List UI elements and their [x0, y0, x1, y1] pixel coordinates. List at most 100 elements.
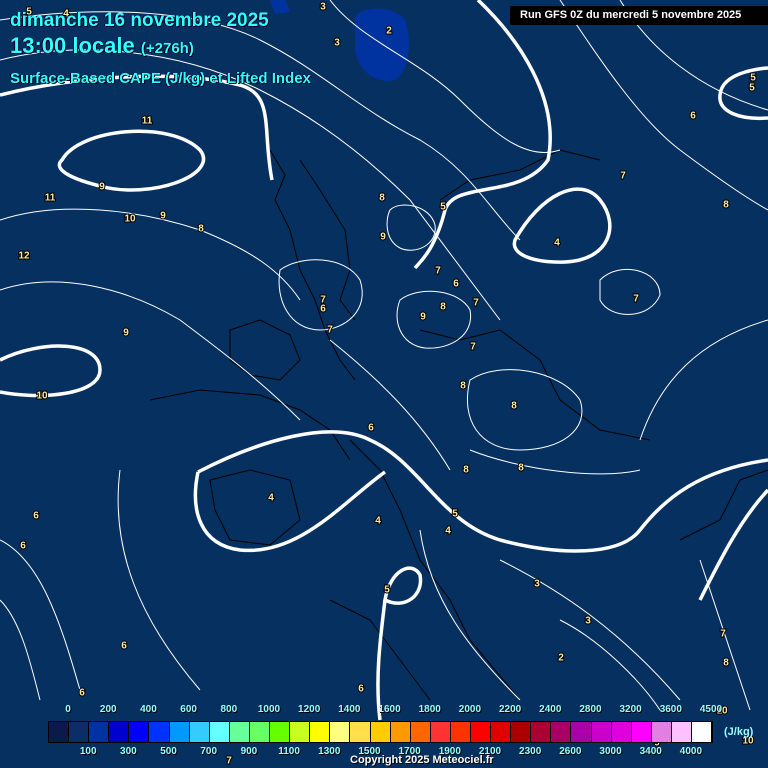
weather-map-view: 5 4 3 3 2 11 9 11 10 9 8 12 9 10 8 9 7 6 7 5 7 6 7 9 8 7 8 8 6 8 8 4 4 5 4… — [0, 0, 768, 768]
legend-label: 700 — [200, 746, 218, 757]
lifted-index-label: 8 — [511, 401, 517, 412]
lifted-index-label: 9 — [160, 211, 166, 222]
lifted-index-label: 5 — [440, 202, 446, 213]
lead-time: (+276h) — [140, 40, 194, 57]
legend-label: 1600 — [378, 704, 401, 715]
legend-swatch — [49, 722, 70, 742]
lifted-index-label: 7 — [327, 325, 333, 336]
forecast-date: dimanche 16 novembre 2025 — [10, 10, 269, 31]
lifted-index-label: 2 — [386, 26, 392, 37]
lifted-index-label: 6 — [33, 511, 39, 522]
legend-swatch — [310, 722, 331, 742]
lifted-index-label: 7 — [620, 171, 626, 182]
lifted-index-label: 6 — [79, 688, 85, 699]
lifted-index-label: 8 — [460, 381, 466, 392]
legend-label: 3600 — [659, 704, 682, 715]
lifted-index-label: 8 — [723, 200, 729, 211]
lifted-index-label: 12 — [18, 251, 30, 262]
lifted-index-label: 3 — [585, 616, 591, 627]
legend-label: 1400 — [338, 704, 361, 715]
legend-swatch — [651, 722, 672, 742]
thick-contours — [0, 0, 768, 721]
legend-label: 600 — [180, 704, 197, 715]
color-scale-bar — [48, 721, 713, 743]
legend-label: 400 — [140, 704, 157, 715]
legend-swatch — [149, 722, 170, 742]
legend-swatch — [491, 722, 512, 742]
lifted-index-label: 4 — [268, 493, 274, 504]
lifted-index-label: 4 — [554, 238, 560, 249]
lifted-index-label: 3 — [320, 2, 326, 13]
lifted-index-label: 9 — [123, 328, 129, 339]
legend-swatch — [611, 722, 632, 742]
cape-lifted-index-map: 5 43321191110 98129108976757679878868 84454… — [0, 0, 768, 768]
lifted-index-label: 8 — [440, 302, 446, 313]
lifted-index-label: 5 — [384, 585, 390, 596]
legend-unit: (J/kg) — [724, 726, 754, 738]
legend-label: 1800 — [418, 704, 441, 715]
legend-swatch — [410, 722, 431, 742]
legend-label: 2300 — [519, 746, 542, 757]
lifted-index-label: 11 — [45, 193, 56, 204]
legend-label: 2600 — [559, 746, 582, 757]
legend-swatch — [209, 722, 230, 742]
lifted-index-label: 9 — [420, 312, 426, 323]
legend-swatch — [551, 722, 572, 742]
legend-swatch — [89, 722, 110, 742]
parameter-title: Surface-Based CAPE (J/kg) et Lifted Inde… — [10, 70, 311, 87]
legend-label: 800 — [220, 704, 238, 715]
legend-swatch — [390, 722, 411, 742]
lifted-index-label: 6 — [121, 641, 127, 652]
legend-swatch — [350, 722, 371, 742]
legend-label: 2000 — [458, 704, 482, 715]
lifted-index-label: 3 — [534, 579, 540, 590]
lifted-index-label: 5 — [749, 83, 755, 94]
legend-label: 3200 — [619, 704, 642, 715]
lifted-index-label: 7 — [435, 266, 441, 277]
legend-swatch — [531, 722, 552, 742]
lifted-index-label: 6 — [358, 684, 364, 695]
legend-swatch — [692, 722, 713, 742]
legend-swatch — [69, 722, 90, 742]
legend-label: 3000 — [599, 746, 622, 757]
legend-swatch — [571, 722, 592, 742]
legend-swatch — [370, 722, 391, 742]
legend-swatch — [671, 722, 692, 742]
legend-swatch — [591, 722, 612, 742]
legend-label: 900 — [240, 746, 258, 757]
legend-label: 1100 — [278, 746, 300, 757]
legend-label: 2800 — [579, 704, 602, 715]
legend-label: 100 — [79, 746, 97, 757]
legend-swatch — [129, 722, 150, 742]
legend-swatch — [189, 722, 210, 742]
lifted-index-label: 8 — [379, 193, 385, 204]
lifted-index-label: 2 — [558, 653, 564, 664]
lifted-index-labels: 5 43321191110 98129108976757679878868 84454… — [17, 1, 757, 768]
legend-label: 0 — [65, 704, 71, 715]
legend-swatch — [631, 722, 652, 742]
legend-swatch — [430, 722, 451, 742]
legend-swatch — [249, 722, 271, 742]
lifted-index-label: 8 — [518, 463, 524, 474]
lifted-index-label: 6 — [320, 304, 326, 315]
legend-label: 1300 — [318, 746, 341, 757]
lifted-index-label: 10 — [124, 214, 136, 225]
lifted-index-label: 6 — [20, 541, 26, 552]
lifted-index-label: 7 — [226, 756, 232, 767]
legend-swatch — [511, 722, 532, 742]
legend-swatch — [470, 722, 492, 742]
legend-swatch — [330, 722, 351, 742]
legend-label: 300 — [120, 746, 137, 757]
lifted-index-label: 7 — [473, 298, 479, 309]
legend-label: 2400 — [539, 704, 562, 715]
run-info: Run GFS 0Z du mercredi 5 novembre 2025 — [510, 6, 768, 25]
local-time: 13:00 locale — [10, 33, 135, 58]
lifted-index-label: 4 — [445, 526, 451, 537]
legend-swatch — [290, 722, 311, 742]
lifted-index-label: 6 — [368, 423, 374, 434]
lifted-index-label: 6 — [453, 279, 459, 290]
legend-label: 500 — [160, 746, 177, 757]
lifted-index-label: 7 — [633, 294, 639, 305]
lifted-index-label: 8 — [198, 224, 204, 235]
coastlines — [149, 149, 768, 701]
